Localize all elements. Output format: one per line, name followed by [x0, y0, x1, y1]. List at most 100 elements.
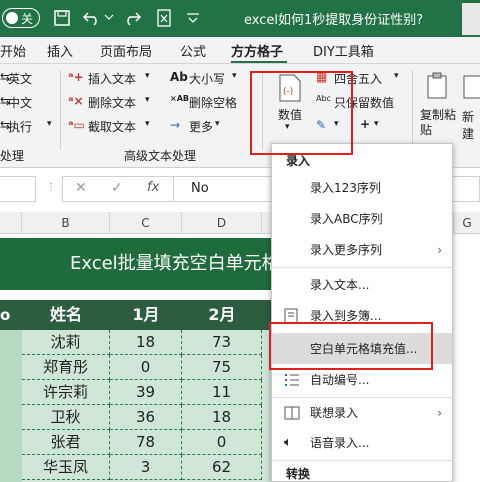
menu-item-label: 录入文本...	[310, 278, 370, 292]
header-cell-jan[interactable]: 1月	[110, 300, 182, 330]
toggle-knob	[6, 12, 18, 24]
excel-file-icon[interactable]	[156, 9, 174, 27]
header-cell-no[interactable]: o	[0, 300, 22, 330]
delete-text-dropdown-icon[interactable]: ▾	[145, 95, 150, 105]
column-header-d[interactable]: D	[182, 212, 262, 234]
cell-jan[interactable]: 36	[110, 405, 182, 430]
delete-text-button[interactable]: 删除文本	[88, 94, 136, 111]
numbered-list-icon	[285, 374, 299, 386]
tab-diy-toolbox[interactable]: DIY工具箱	[313, 41, 374, 60]
delete-space-icon[interactable]: ×AB	[170, 94, 189, 103]
delete-space-button[interactable]: 删除空格	[189, 94, 237, 111]
group-label-process: 处理	[0, 149, 25, 163]
insert-function-icon[interactable]: fx	[147, 180, 159, 195]
cell-jan[interactable]: 39	[110, 380, 182, 405]
tab-page-layout[interactable]: 页面布局	[100, 41, 152, 60]
cell-feb[interactable]: 62	[182, 455, 262, 480]
new-button[interactable]: 新建	[462, 68, 480, 144]
menu-separator	[272, 267, 452, 268]
row-header-strip	[0, 330, 22, 482]
undo-dropdown-icon[interactable]	[104, 14, 114, 22]
formula-input[interactable]: No	[191, 181, 209, 196]
more-button[interactable]: 更多	[189, 118, 213, 135]
new-icon	[463, 75, 480, 99]
plus-dropdown-icon[interactable]: ▾	[374, 119, 379, 129]
enter-formula-icon[interactable]: ✓	[111, 180, 123, 196]
cell-feb[interactable]: 73	[182, 330, 262, 355]
active-tab-underline	[231, 61, 287, 63]
insert-text-icon[interactable]: ᵃ+	[68, 70, 84, 84]
case-dropdown-icon[interactable]: ▾	[232, 71, 237, 81]
cell-feb[interactable]: 18	[182, 405, 262, 430]
ribbon-execute[interactable]: 执行	[8, 118, 32, 135]
numeric-dropdown-menu: 录入 录入123序列 录入ABC序列 录入更多序列 › 录入文本... 录入到多簿…	[271, 143, 453, 482]
cell-name[interactable]: 华玉凤	[22, 455, 110, 480]
undo-icon[interactable]	[82, 9, 102, 27]
more-arrow-icon[interactable]: →	[170, 118, 180, 132]
round-dropdown-icon[interactable]: ▾	[394, 71, 399, 81]
cell-name[interactable]: 张君	[22, 430, 110, 455]
cell-feb[interactable]: 0	[182, 430, 262, 455]
menu-item-label: 录入更多序列	[310, 243, 383, 257]
cut-text-dropdown-icon[interactable]: ▾	[145, 119, 150, 129]
name-box[interactable]	[0, 176, 36, 202]
cut-text-icon[interactable]: ᵃ▭	[68, 118, 85, 132]
window-title: excel如何1秒提取身份证性别?	[244, 13, 424, 28]
menu-item-input-text[interactable]: 录入文本...	[272, 270, 452, 300]
case-button[interactable]: 大小写	[189, 70, 225, 87]
menu-item-associative-input[interactable]: 联想录入 ›	[272, 398, 452, 428]
redo-icon[interactable]	[122, 9, 142, 27]
cut-text-button[interactable]: 截取文本	[88, 118, 136, 135]
column-header-c[interactable]: C	[110, 212, 182, 234]
insert-text-dropdown-icon[interactable]: ▾	[145, 71, 150, 81]
header-cell-name[interactable]: 姓名	[22, 300, 110, 330]
autosave-toggle[interactable]: 关	[2, 8, 40, 28]
tab-home[interactable]: 开始	[0, 41, 26, 60]
menu-item-input-abc[interactable]: 录入ABC序列	[272, 204, 452, 234]
menu-separator	[272, 460, 452, 461]
cell-name[interactable]: 卫秋	[22, 405, 110, 430]
more-dropdown-icon[interactable]: ▾	[215, 119, 220, 129]
cancel-formula-icon[interactable]: ✕	[75, 180, 87, 196]
separator	[60, 70, 61, 150]
execute-dropdown-icon[interactable]: ▾	[47, 119, 52, 129]
copy-paste-label: 复制粘贴	[420, 108, 457, 137]
cell-jan[interactable]: 78	[110, 430, 182, 455]
cell-jan[interactable]: 18	[110, 330, 182, 355]
menu-item-input-123[interactable]: 录入123序列	[272, 173, 452, 203]
tab-fangfang[interactable]: 方方格子	[231, 41, 283, 60]
copy-paste-button[interactable]: 复制粘贴	[418, 68, 458, 144]
group-label-advanced-text: 高级文本处理	[124, 149, 197, 163]
cell-name[interactable]: 许宗莉	[22, 380, 110, 405]
menu-item-input-more-series[interactable]: 录入更多序列 ›	[272, 235, 452, 265]
delete-text-icon[interactable]: ᵃ×	[68, 94, 84, 108]
tab-insert[interactable]: 插入	[47, 41, 73, 60]
autosave-label: 关	[21, 12, 34, 26]
menu-item-label: 联想录入	[310, 406, 359, 420]
tab-formulas[interactable]: 公式	[180, 41, 206, 60]
select-all-corner[interactable]	[0, 212, 22, 234]
formula-bar-grip-icon: ⋮	[46, 182, 56, 193]
cell-jan[interactable]: 0	[110, 355, 182, 380]
save-icon[interactable]	[54, 10, 70, 26]
cell-name[interactable]: 郑育彤	[22, 355, 110, 380]
column-header-b[interactable]: B	[22, 212, 110, 234]
ribbon-chinese[interactable]: 中文	[8, 94, 32, 111]
customize-qat-icon[interactable]	[186, 12, 200, 24]
ribbon-english[interactable]: 英文	[8, 70, 32, 87]
cell-jan[interactable]: 3	[110, 455, 182, 480]
menu-item-voice-input[interactable]: 🔈︎ 语音录入...	[272, 428, 452, 458]
header-cell-feb[interactable]: 2月	[182, 300, 262, 330]
case-icon[interactable]: Ab	[170, 70, 188, 84]
menu-section-convert: 转换	[286, 467, 311, 481]
cell-name[interactable]: 沈莉	[22, 330, 110, 355]
menu-item-label: 录入ABC序列	[310, 212, 383, 226]
speaker-icon: 🔈︎	[284, 435, 292, 450]
cell-feb[interactable]: 11	[182, 380, 262, 405]
cell-feb[interactable]: 75	[182, 355, 262, 380]
plus-button[interactable]: +	[360, 117, 370, 131]
account-area[interactable]	[462, 3, 480, 35]
column-header-g[interactable]: G	[453, 212, 480, 234]
insert-text-button[interactable]: 插入文本	[88, 70, 136, 87]
highlight-numeric-button	[250, 71, 353, 155]
